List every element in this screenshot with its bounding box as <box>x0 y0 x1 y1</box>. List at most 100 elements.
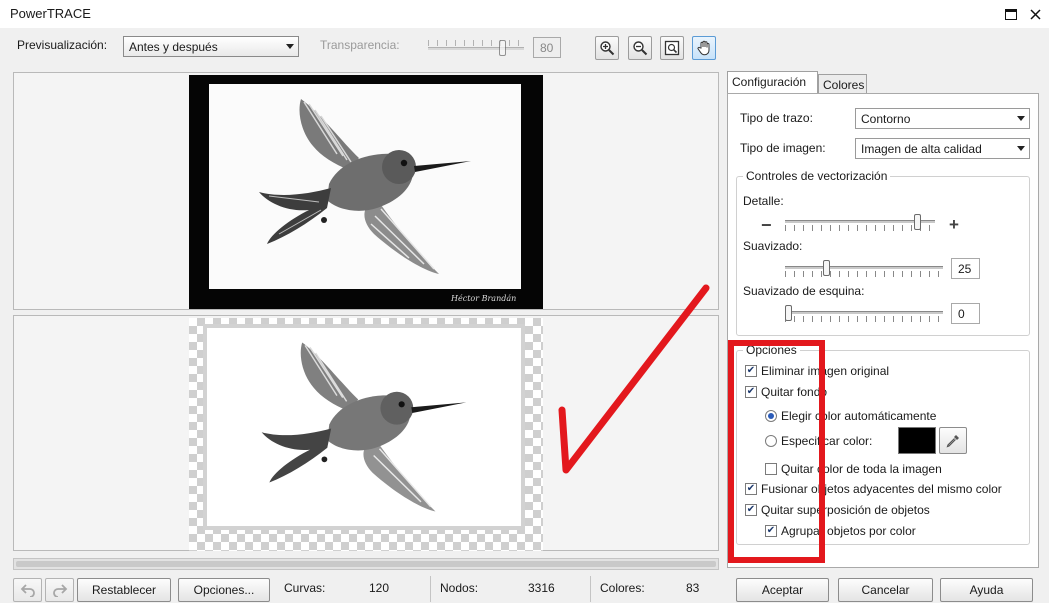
tab-settings[interactable]: Configuración <box>727 71 818 94</box>
specify-color-label: Especificar color: <box>781 434 873 448</box>
undo-button[interactable] <box>13 578 42 602</box>
auto-color-radio[interactable]: Elegir color automáticamente <box>765 409 936 423</box>
curves-label: Curvas: <box>284 581 326 595</box>
tracing-controls-title: Controles de vectorización <box>743 169 891 183</box>
remove-background-checkbox[interactable]: ✔ Quitar fondo <box>745 385 827 399</box>
original-image-canvas <box>209 84 521 289</box>
pan-tool-button[interactable] <box>692 36 716 60</box>
eyedropper-icon <box>946 434 959 447</box>
chevron-down-icon <box>1017 146 1025 151</box>
eyedropper-button[interactable] <box>939 427 967 454</box>
color-swatch[interactable] <box>898 427 936 454</box>
radio-unselected-icon[interactable] <box>765 435 777 447</box>
reset-button[interactable]: Restablecer <box>77 578 171 602</box>
transparency-slider[interactable] <box>428 40 524 56</box>
merge-adjacent-checkbox[interactable]: ✔ Fusionar objetos adyacentes del mismo … <box>745 482 1002 496</box>
zoom-in-icon <box>600 41 615 56</box>
colors-value: 83 <box>686 581 700 595</box>
redo-button[interactable] <box>45 578 74 602</box>
traced-image <box>189 318 543 551</box>
checkbox-checked-icon[interactable]: ✔ <box>745 483 757 495</box>
hummingbird-original-illustration <box>259 99 471 274</box>
smoothing-value[interactable]: 25 <box>951 258 980 279</box>
window-title: PowerTRACE <box>10 6 91 21</box>
redo-icon <box>52 584 67 597</box>
hand-icon <box>697 40 710 56</box>
remove-overlap-checkbox[interactable]: ✔ Quitar superposición de objetos <box>745 503 930 517</box>
checkbox-checked-icon[interactable]: ✔ <box>745 504 757 516</box>
maximize-button[interactable] <box>1000 4 1022 24</box>
merge-adjacent-label: Fusionar objetos adyacentes del mismo co… <box>761 482 1002 496</box>
trace-type-label: Tipo de trazo: <box>740 111 813 125</box>
group-by-color-label: Agrupar objetos por color <box>781 524 916 538</box>
chevron-down-icon <box>1017 116 1025 121</box>
image-type-select-value: Imagen de alta calidad <box>861 142 982 156</box>
hummingbird-traced-illustration <box>261 342 467 512</box>
checkbox-checked-icon[interactable]: ✔ <box>745 386 757 398</box>
nodes-value: 3316 <box>528 581 555 595</box>
checkbox-checked-icon[interactable]: ✔ <box>745 365 757 377</box>
trace-type-select-value: Contorno <box>861 112 911 126</box>
minus-icon[interactable]: − <box>761 215 772 236</box>
accept-button[interactable]: Aceptar <box>736 578 829 602</box>
preview-after-pane[interactable] <box>13 315 719 551</box>
remove-overlap-label: Quitar superposición de objetos <box>761 503 930 517</box>
trace-type-select[interactable]: Contorno <box>855 108 1030 129</box>
smoothing-slider-thumb[interactable] <box>823 260 830 276</box>
transparency-label: Transparencia: <box>320 38 400 52</box>
detail-slider[interactable] <box>785 214 935 232</box>
horizontal-scrollbar[interactable] <box>13 558 719 570</box>
checkbox-unchecked-icon[interactable] <box>765 463 777 475</box>
radio-selected-icon[interactable] <box>765 410 777 422</box>
remove-original-label: Eliminar imagen original <box>761 364 890 378</box>
photo-signature: Héctor Brandán <box>451 294 517 303</box>
transparency-slider-thumb[interactable] <box>499 40 506 56</box>
options-group-title: Opciones <box>743 343 800 357</box>
options-button[interactable]: Opciones... <box>178 578 270 602</box>
detail-slider-thumb[interactable] <box>914 214 921 230</box>
zoom-out-button[interactable] <box>628 36 652 60</box>
zoom-fit-icon <box>664 40 680 56</box>
image-type-select[interactable]: Imagen de alta calidad <box>855 138 1030 159</box>
smoothing-label: Suavizado: <box>743 239 803 253</box>
group-by-color-checkbox[interactable]: ✔ Agrupar objetos por color <box>765 524 916 538</box>
preview-before-pane[interactable]: Héctor Brandán <box>13 72 719 310</box>
remove-original-checkbox[interactable]: ✔ Eliminar imagen original <box>745 364 889 378</box>
corner-smoothing-value[interactable]: 0 <box>951 303 980 324</box>
close-button[interactable] <box>1024 4 1046 24</box>
undo-icon <box>20 584 35 597</box>
cancel-button[interactable]: Cancelar <box>838 578 933 602</box>
status-separator <box>590 576 591 602</box>
remove-background-label: Quitar fondo <box>761 385 828 399</box>
status-separator <box>430 576 431 602</box>
remove-color-all-checkbox[interactable]: Quitar color de toda la imagen <box>765 462 942 476</box>
close-icon <box>1029 8 1041 20</box>
corner-smoothing-label: Suavizado de esquina: <box>743 284 865 298</box>
chevron-down-icon <box>286 44 294 49</box>
zoom-out-icon <box>633 41 648 56</box>
help-button[interactable]: Ayuda <box>940 578 1033 602</box>
original-image: Héctor Brandán <box>189 75 543 309</box>
zoom-in-button[interactable] <box>595 36 619 60</box>
tab-colors[interactable]: Colores <box>818 74 867 93</box>
preview-label: Previsualización: <box>17 38 108 52</box>
checkbox-checked-icon[interactable]: ✔ <box>765 525 777 537</box>
specify-color-radio[interactable]: Especificar color: <box>765 434 872 448</box>
options-group: Opciones ✔ Eliminar imagen original ✔ Qu… <box>736 343 1030 545</box>
curves-value: 120 <box>369 581 390 595</box>
auto-color-label: Elegir color automáticamente <box>781 409 937 423</box>
nodes-label: Nodos: <box>440 581 479 595</box>
settings-panel: Tipo de trazo: Contorno Tipo de imagen: … <box>727 93 1039 568</box>
corner-smoothing-slider-thumb[interactable] <box>785 305 792 321</box>
remove-color-all-label: Quitar color de toda la imagen <box>781 462 942 476</box>
preview-select[interactable]: Antes y después <box>123 36 299 57</box>
corner-smoothing-slider[interactable] <box>785 305 943 323</box>
detail-label: Detalle: <box>743 194 784 208</box>
scrollbar-thumb[interactable] <box>16 561 716 567</box>
smoothing-slider[interactable] <box>785 260 943 278</box>
maximize-icon <box>1005 8 1017 20</box>
zoom-fit-button[interactable] <box>660 36 684 60</box>
plus-icon[interactable]: + <box>949 215 959 235</box>
transparency-value[interactable]: 80 <box>533 37 561 58</box>
colors-label: Colores: <box>600 581 645 595</box>
